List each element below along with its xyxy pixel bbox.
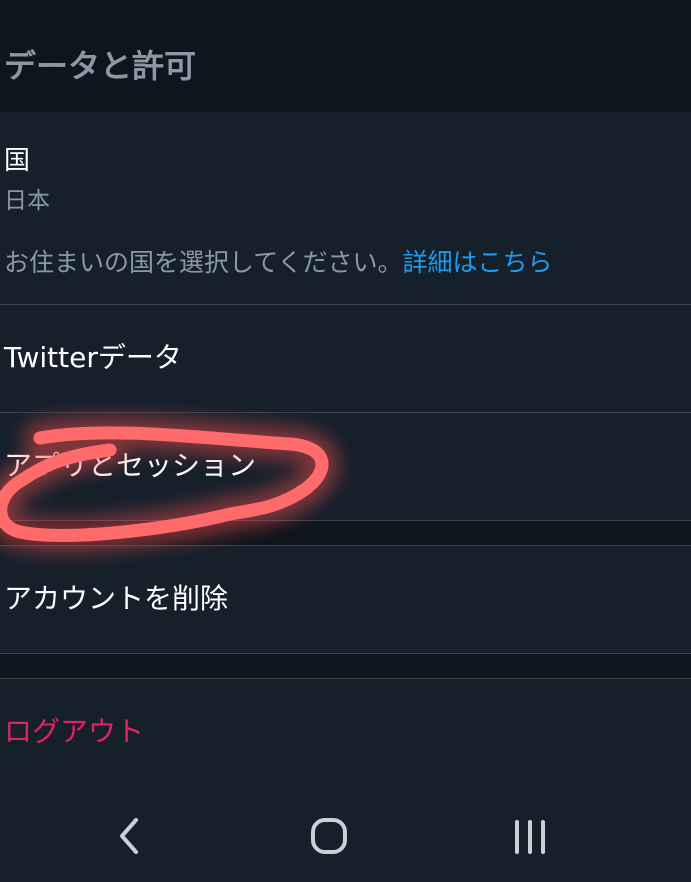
section-gap <box>0 654 691 678</box>
logout-item[interactable]: ログアウト <box>0 679 691 785</box>
page-title: データと許可 <box>4 47 197 85</box>
header: データと許可 <box>0 0 691 112</box>
delete-account-item[interactable]: アカウントを削除 <box>0 546 691 652</box>
section-gap <box>0 521 691 545</box>
learn-more-link[interactable]: 詳細はこちら <box>403 248 553 277</box>
twitter-data-label: Twitterデータ <box>4 341 182 374</box>
country-label: 国 <box>4 146 31 176</box>
country-description-text: お住まいの国を選択してください。 <box>4 248 403 277</box>
apps-sessions-item[interactable]: アプリとセッション <box>0 413 691 519</box>
back-icon <box>120 818 138 854</box>
country-description: お住まいの国を選択してください。詳細はこちら <box>4 246 553 280</box>
screen: データと許可 国 日本 お住まいの国を選択してください。詳細はこちら Twitt… <box>0 0 691 882</box>
logout-label: ログアウト <box>4 715 145 748</box>
recent-apps-button[interactable] <box>490 800 570 872</box>
delete-account-label: アカウントを削除 <box>4 582 229 615</box>
country-value: 日本 <box>4 188 50 214</box>
home-icon <box>311 818 347 854</box>
home-button[interactable] <box>290 800 370 872</box>
recent-apps-icon <box>515 820 545 854</box>
twitter-data-item[interactable]: Twitterデータ <box>0 305 691 411</box>
back-button[interactable] <box>88 800 168 872</box>
apps-sessions-label: アプリとセッション <box>4 449 257 482</box>
